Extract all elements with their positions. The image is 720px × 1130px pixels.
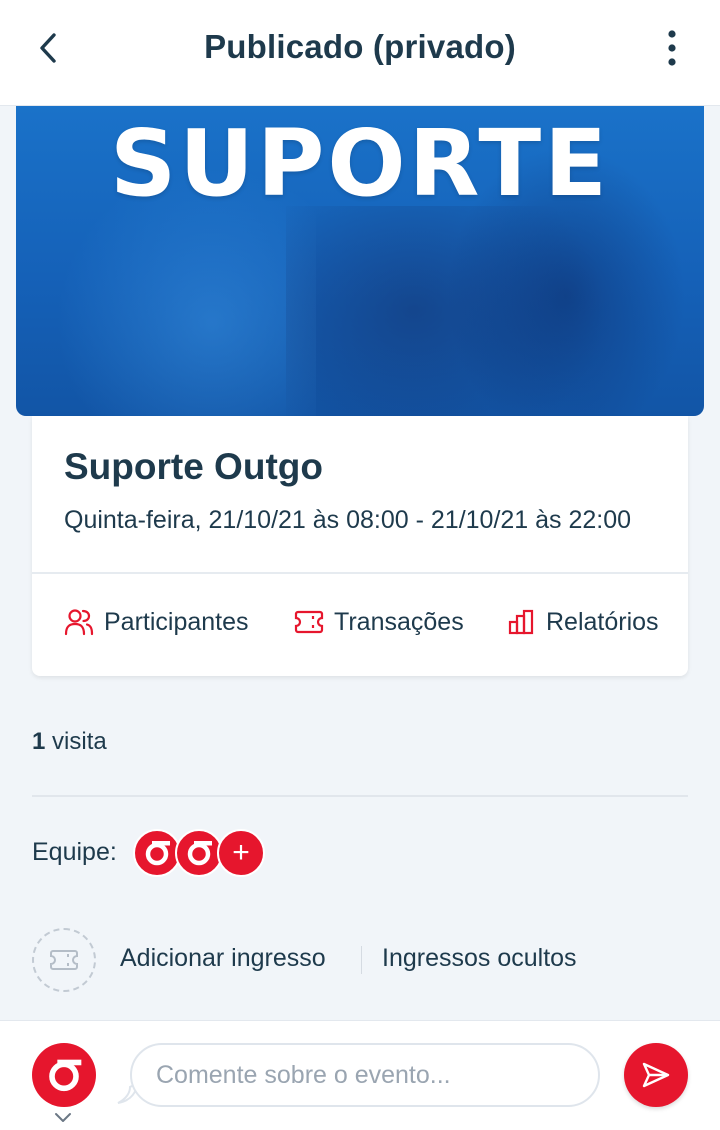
transactions-label: Transações (334, 607, 464, 636)
divider (32, 572, 688, 574)
visits-count: 1 visita (32, 728, 107, 756)
banner-title: SUPORTE (110, 110, 610, 217)
transactions-button[interactable]: Transações (294, 602, 464, 642)
visits-number: 1 (32, 728, 46, 755)
participants-label: Participantes (104, 607, 249, 636)
add-team-member-button[interactable]: + (217, 829, 265, 877)
divider (361, 946, 362, 974)
visits-label: visita (52, 728, 107, 755)
users-icon (64, 608, 94, 636)
comment-input[interactable] (130, 1043, 600, 1107)
page-title: Publicado (privado) (204, 28, 516, 65)
app-header: Publicado (privado) (0, 0, 720, 106)
add-ticket-link[interactable]: Adicionar ingresso (120, 944, 326, 973)
chevron-down-icon[interactable] (52, 1111, 74, 1125)
more-options-button[interactable] (652, 26, 692, 70)
send-button[interactable] (624, 1043, 688, 1107)
comment-bar (0, 1020, 720, 1130)
reports-label: Relatórios (546, 607, 659, 636)
divider (32, 795, 688, 797)
team-member-avatar[interactable] (133, 829, 181, 877)
outgo-logo-icon (187, 841, 212, 866)
team-label: Equipe: (32, 838, 117, 866)
bar-chart-icon (508, 609, 536, 635)
hidden-tickets-link[interactable]: Ingressos ocultos (382, 944, 577, 973)
outgo-logo-icon (49, 1059, 82, 1092)
ticket-placeholder (32, 928, 96, 992)
team-member-avatar[interactable] (175, 829, 223, 877)
plus-icon: + (232, 836, 250, 869)
reports-button[interactable]: Relatórios (508, 602, 659, 642)
event-date: Quinta-feira, 21/10/21 às 08:00 - 21/10/… (64, 506, 632, 534)
event-card: Suporte Outgo Quinta-feira, 21/10/21 às … (32, 416, 688, 676)
participants-button[interactable]: Participantes (64, 602, 249, 642)
user-avatar[interactable] (32, 1043, 96, 1107)
more-vertical-icon (668, 30, 676, 66)
send-icon (642, 1062, 670, 1088)
event-banner: SUPORTE (16, 106, 704, 416)
event-title: Suporte Outgo (64, 446, 323, 487)
ticket-icon (50, 950, 78, 970)
ticket-icon (294, 610, 324, 634)
outgo-logo-icon (145, 841, 170, 866)
